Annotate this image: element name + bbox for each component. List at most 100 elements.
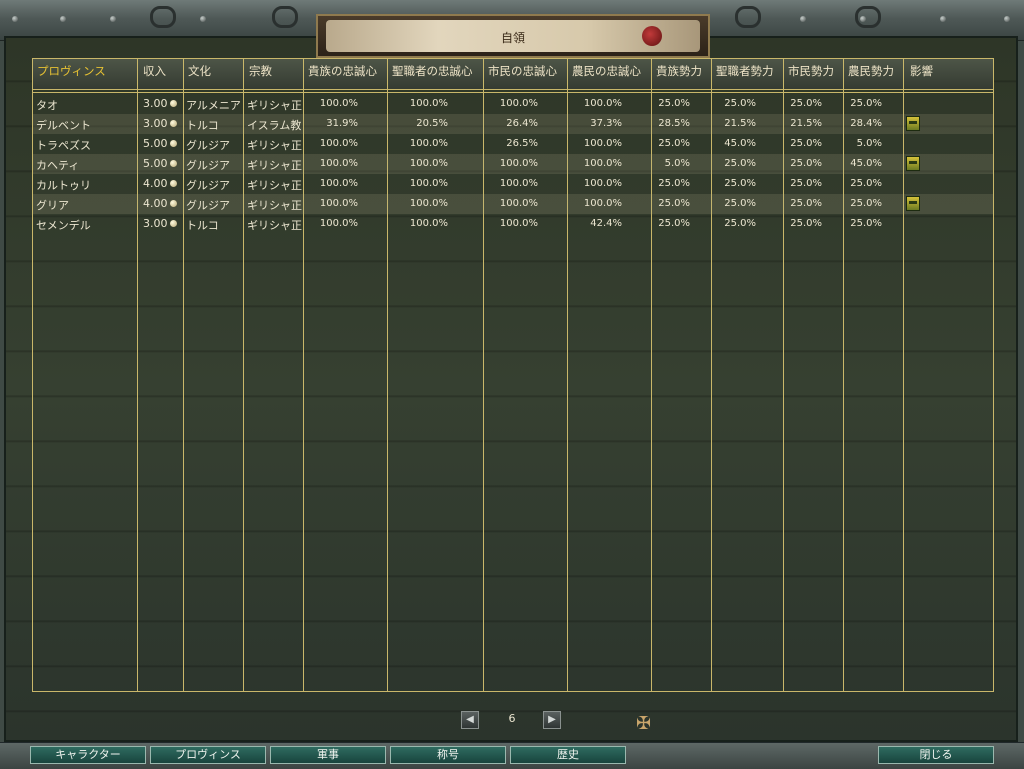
cell-income: 4.00 [143, 177, 168, 190]
header-burgher-power[interactable]: 市民勢力 [788, 63, 834, 79]
cell-religion: ギリシャ正 [247, 159, 302, 172]
cell-religion: イスラム教 [247, 119, 302, 132]
flag-icon[interactable] [906, 116, 920, 131]
coin-icon [170, 200, 177, 207]
cell-clergy-power: 25.0% [724, 178, 756, 189]
page-number: 6 [508, 712, 516, 725]
cell-income: 3.00 [143, 97, 168, 110]
cell-religion: ギリシャ正 [247, 199, 302, 212]
character-button[interactable]: キャラクター [30, 746, 146, 764]
cell-noble-loyalty: 31.9% [326, 118, 358, 129]
title-button[interactable]: 称号 [390, 746, 506, 764]
cell-clergy-power: 25.0% [724, 218, 756, 229]
cell-noble-power: 25.0% [658, 218, 690, 229]
next-page-button[interactable]: ▶ [543, 711, 561, 729]
cell-religion: ギリシャ正 [247, 179, 302, 192]
province-button[interactable]: プロヴィンス [150, 746, 266, 764]
cell-peasant-power: 25.0% [850, 98, 882, 109]
cell-peasant-loyalty: 100.0% [583, 158, 622, 169]
chevron-left-icon: ◀ [466, 714, 474, 725]
table-row[interactable]: カヘティ 5.00 グルジア ギリシャ正 100.0% 100.0% 100.0% 100.0… [33, 154, 993, 174]
header-clergy-power[interactable]: 聖職者勢力 [716, 63, 774, 79]
cell-clergy-power: 25.0% [724, 158, 756, 169]
cell-culture: グルジア [186, 199, 230, 212]
header-culture[interactable]: 文化 [188, 63, 211, 79]
cell-religion: ギリシャ正 [247, 99, 302, 112]
coin-icon [170, 180, 177, 187]
cell-burgher-power: 25.0% [790, 198, 822, 209]
header-peasant-loyalty[interactable]: 農民の忠誠心 [572, 63, 641, 79]
cell-culture: トルコ [186, 219, 219, 232]
table-row[interactable]: グリア 4.00 グルジア ギリシャ正 100.0% 100.0% 100.0% 100.0%… [33, 194, 993, 214]
cell-income: 5.00 [143, 157, 168, 170]
parchment-scroll: 自領 [326, 20, 700, 52]
chain-ornament [150, 6, 176, 28]
coin-icon [170, 100, 177, 107]
coin-icon [170, 120, 177, 127]
chevron-right-icon: ▶ [548, 714, 556, 725]
header-religion[interactable]: 宗教 [249, 63, 272, 79]
cell-noble-power: 25.0% [658, 98, 690, 109]
cell-peasant-loyalty: 37.3% [590, 118, 622, 129]
flag-icon[interactable] [906, 156, 920, 171]
military-button[interactable]: 軍事 [270, 746, 386, 764]
cell-noble-loyalty: 100.0% [319, 178, 358, 189]
cell-noble-power: 5.0% [664, 158, 690, 169]
cell-province: カルトゥリ [36, 179, 91, 192]
cell-noble-loyalty: 100.0% [319, 218, 358, 229]
cell-burgher-loyalty: 100.0% [499, 98, 538, 109]
header-province[interactable]: プロヴィンス [37, 63, 106, 79]
chain-ornament [855, 6, 881, 28]
table-row[interactable]: デルベント 3.00 トルコ イスラム教 31.9% 20.5% 26.4% 37.3% 28.… [33, 114, 993, 134]
cell-burgher-power: 25.0% [790, 178, 822, 189]
cell-income: 5.00 [143, 137, 168, 150]
cell-noble-power: 25.0% [658, 198, 690, 209]
cell-noble-power: 25.0% [658, 178, 690, 189]
history-button[interactable]: 歴史 [510, 746, 626, 764]
cell-religion: ギリシャ正 [247, 139, 302, 152]
table-row[interactable]: カルトゥリ 4.00 グルジア ギリシャ正 100.0% 100.0% 100.0% 100.… [33, 174, 993, 194]
cell-religion: ギリシャ正 [247, 219, 302, 232]
cell-peasant-power: 25.0% [850, 178, 882, 189]
cell-peasant-power: 5.0% [856, 138, 882, 149]
cell-peasant-loyalty: 42.4% [590, 218, 622, 229]
header-burgher-loyalty[interactable]: 市民の忠誠心 [488, 63, 557, 79]
cell-culture: アルメニア [186, 99, 241, 112]
cell-clergy-power: 25.0% [724, 198, 756, 209]
header-peasant-power[interactable]: 農民勢力 [848, 63, 894, 79]
chain-ornament [272, 6, 298, 28]
cell-province: カヘティ [36, 159, 80, 172]
cell-peasant-loyalty: 100.0% [583, 198, 622, 209]
cell-culture: トルコ [186, 119, 219, 132]
header-income[interactable]: 収入 [143, 63, 166, 79]
coin-icon [170, 220, 177, 227]
cell-income: 3.00 [143, 117, 168, 130]
table-row[interactable]: セメンデル 3.00 トルコ ギリシャ正 100.0% 100.0% 100.0% 42.4%… [33, 214, 993, 234]
cell-noble-loyalty: 100.0% [319, 98, 358, 109]
cell-province: トラペズス [36, 139, 91, 152]
cell-peasant-loyalty: 100.0% [583, 138, 622, 149]
cell-noble-power: 28.5% [658, 118, 690, 129]
header-clergy-loyalty[interactable]: 聖職者の忠誠心 [392, 63, 473, 79]
cell-noble-power: 25.0% [658, 138, 690, 149]
flag-icon[interactable] [906, 196, 920, 211]
cell-culture: グルジア [186, 139, 230, 152]
table-row[interactable]: トラペズス 5.00 グルジア ギリシャ正 100.0% 100.0% 26.5% 100.0… [33, 134, 993, 154]
previous-page-button[interactable]: ◀ [461, 711, 479, 729]
header-noble-power[interactable]: 貴族勢力 [656, 63, 702, 79]
cell-burgher-loyalty: 100.0% [499, 198, 538, 209]
close-button[interactable]: 閉じる [878, 746, 994, 764]
cell-clergy-power: 45.0% [724, 138, 756, 149]
header-divider [33, 89, 993, 90]
header-noble-loyalty[interactable]: 貴族の忠誠心 [308, 63, 377, 79]
cell-income: 4.00 [143, 197, 168, 210]
cell-burgher-loyalty: 26.5% [506, 138, 538, 149]
cell-burgher-power: 21.5% [790, 118, 822, 129]
cell-province: グリア [36, 199, 69, 212]
cell-burgher-power: 25.0% [790, 98, 822, 109]
cell-income: 3.00 [143, 217, 168, 230]
table-row[interactable]: タオ 3.00 アルメニア ギリシャ正 100.0% 100.0% 100.0% 100.0%… [33, 94, 993, 114]
header-influence[interactable]: 影響 [910, 63, 933, 79]
cell-clergy-loyalty: 100.0% [409, 98, 448, 109]
cell-province: セメンデル [36, 219, 91, 232]
